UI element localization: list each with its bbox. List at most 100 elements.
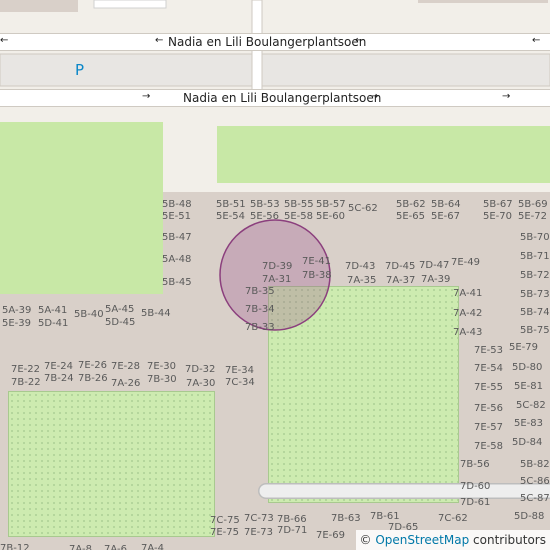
address-label: 7E-24 (44, 361, 74, 372)
address-label: 7D-60 (460, 481, 491, 492)
park-courtyard-left (8, 391, 215, 537)
address-label: 5E-54 (216, 211, 246, 222)
attribution-link[interactable]: OpenStreetMap (375, 533, 469, 547)
address-label: 5B-55 (284, 199, 314, 210)
address-label: 7B-33 (245, 322, 275, 333)
address-label: 7A-26 (111, 378, 141, 389)
address-label: 5C-62 (348, 203, 378, 214)
address-label: 5A-41 (38, 305, 68, 316)
park-top-right (217, 126, 550, 183)
address-label: 5B-75 (520, 325, 550, 336)
address-label: 5B-62 (396, 199, 426, 210)
map-view[interactable]: ← ← Nadia en Lili Boulangerplantsoen ← ←… (0, 0, 550, 550)
address-label: 7B-34 (245, 304, 275, 315)
address-label: 5B-45 (162, 277, 192, 288)
address-label: 5A-45 (105, 304, 135, 315)
address-label: 5B-44 (141, 308, 171, 319)
address-label: 7E-34 (225, 365, 255, 376)
address-label: 7B-22 (11, 377, 41, 388)
map-attribution: © OpenStreetMap contributors (355, 530, 550, 550)
oneway-arrow-lower-2: → (370, 91, 379, 102)
address-label: 5B-53 (250, 199, 280, 210)
address-label: 7D-45 (385, 261, 416, 272)
address-label: 7C-62 (438, 513, 468, 524)
address-label: 7B-66 (277, 514, 307, 525)
parking-lot-right (261, 53, 550, 87)
address-label: 7E-22 (11, 364, 41, 375)
address-label: 7E-73 (244, 527, 274, 538)
address-label: 5E-72 (518, 211, 548, 222)
building-top-right (418, 0, 548, 3)
address-label: 7A-35 (347, 275, 377, 286)
address-label: 7B-61 (370, 511, 400, 522)
address-label: 7E-56 (474, 403, 504, 414)
parking-lot-left (0, 53, 253, 87)
address-label: 5E-67 (431, 211, 461, 222)
address-label: 7A-39 (421, 274, 451, 285)
address-label: 5C-86 (520, 476, 550, 487)
address-label: 5C-82 (516, 400, 546, 411)
address-label: 7A-43 (453, 327, 483, 338)
address-label: 5E-70 (483, 211, 513, 222)
address-label: 7B-24 (44, 373, 74, 384)
address-label: 7C-34 (225, 377, 255, 388)
address-label: 5B-82 (520, 459, 550, 470)
address-label: 5C-87 (520, 493, 550, 504)
address-label: 5E-83 (514, 418, 544, 429)
address-label: 7B-12 (0, 543, 30, 550)
address-label: 7B-38 (302, 270, 332, 281)
parking-icon[interactable]: P (75, 62, 84, 78)
address-label: 7B-26 (78, 373, 108, 384)
building-top-left (0, 0, 78, 12)
address-label: 5B-70 (520, 232, 550, 243)
address-label: 5B-67 (483, 199, 513, 210)
address-label: 7D-43 (345, 261, 376, 272)
building-top-mid (93, 0, 167, 9)
address-label: 7D-47 (419, 260, 450, 271)
address-label: 7A-8 (69, 544, 92, 550)
address-label: 7E-57 (474, 422, 504, 433)
address-label: 5E-65 (396, 211, 426, 222)
address-label: 7A-42 (453, 308, 483, 319)
address-label: 7D-39 (262, 261, 293, 272)
address-label: 5E-51 (162, 211, 192, 222)
address-label: 5E-81 (514, 381, 544, 392)
address-label: 5B-47 (162, 232, 192, 243)
street-name-lower: Nadia en Lili Boulangerplantsoen (183, 91, 382, 105)
address-label: 5B-71 (520, 251, 550, 262)
address-label: 5B-72 (520, 270, 550, 281)
address-label: 5D-45 (105, 317, 136, 328)
oneway-arrow-upper-1: ← (0, 35, 9, 46)
address-label: 5A-48 (162, 254, 192, 265)
address-label: 5B-51 (216, 199, 246, 210)
address-label: 7A-6 (104, 544, 127, 550)
address-label: 7E-69 (316, 530, 346, 541)
address-label: 5E-79 (509, 342, 539, 353)
address-label: 5B-57 (316, 199, 346, 210)
address-label: 5B-74 (520, 307, 550, 318)
address-label: 5B-73 (520, 289, 550, 300)
oneway-arrow-upper-3: ← (355, 35, 364, 46)
address-label: 5E-58 (284, 211, 314, 222)
address-label: 7A-37 (386, 275, 416, 286)
address-label: 7C-73 (244, 513, 274, 524)
address-label: 5E-56 (250, 211, 280, 222)
address-label: 7A-30 (186, 378, 216, 389)
address-label: 7A-31 (262, 274, 292, 285)
address-label: 7B-30 (147, 374, 177, 385)
address-label: 5E-39 (2, 318, 32, 329)
address-label: 5D-41 (38, 318, 69, 329)
oneway-arrow-lower-1: → (142, 91, 151, 102)
park-courtyard-center (268, 286, 459, 503)
park-left (0, 122, 163, 294)
street-name-upper: Nadia en Lili Boulangerplantsoen (168, 35, 367, 49)
address-label: 7A-41 (453, 288, 483, 299)
address-label: 7A-4 (141, 543, 164, 550)
address-label: 7E-55 (474, 382, 504, 393)
address-label: 7E-58 (474, 441, 504, 452)
address-label: 7B-63 (331, 513, 361, 524)
address-label: 5D-88 (514, 511, 545, 522)
oneway-arrow-upper-2: ← (155, 35, 164, 46)
oneway-arrow-lower-3: → (502, 91, 511, 102)
address-label: 7B-35 (245, 286, 275, 297)
